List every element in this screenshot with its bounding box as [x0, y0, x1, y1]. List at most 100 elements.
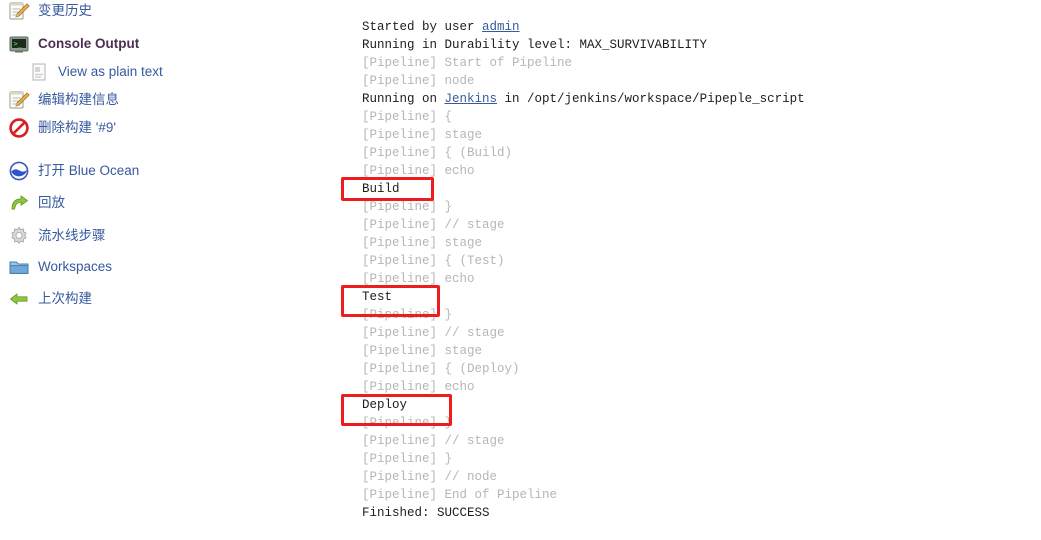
console-line-text: // stage — [444, 218, 505, 232]
console-line: [Pipeline] // stage — [362, 432, 1022, 450]
console-line: [Pipeline] echo — [362, 162, 1022, 180]
console-line: [Pipeline] } — [362, 450, 1022, 468]
sidebar-item-6[interactable]: 回放 — [8, 192, 65, 214]
console-line: [Pipeline] // stage — [362, 216, 1022, 234]
console-line: Started by user admin — [362, 18, 1022, 36]
blue-ocean-icon — [8, 160, 30, 182]
console-line: Finished: SUCCESS — [362, 504, 1022, 522]
pipeline-prefix: [Pipeline] — [362, 146, 445, 160]
console-line-text: { — [444, 110, 453, 124]
sidebar-item-5[interactable]: 打开 Blue Ocean — [8, 160, 139, 182]
console-line: [Pipeline] stage — [362, 342, 1022, 360]
console-line: [Pipeline] // stage — [362, 324, 1022, 342]
console-link[interactable]: Jenkins — [445, 92, 498, 106]
console-line-text: } — [444, 308, 453, 322]
pipeline-prefix: [Pipeline] — [362, 110, 445, 124]
console-line-text: } — [444, 452, 453, 466]
plain-text-page-icon — [28, 61, 50, 83]
folder-icon — [8, 256, 30, 278]
sidebar-item-3[interactable]: 编辑构建信息 — [8, 89, 119, 111]
console-line: [Pipeline] stage — [362, 234, 1022, 252]
console-line-text: Build — [362, 182, 400, 196]
console-line: [Pipeline] echo — [362, 270, 1022, 288]
pipeline-prefix: [Pipeline] — [362, 488, 445, 502]
pipeline-prefix: [Pipeline] — [362, 200, 445, 214]
console-line: [Pipeline] { (Build) — [362, 144, 1022, 162]
svg-text:>_: >_ — [14, 40, 23, 48]
sidebar-item-9[interactable]: 上次构建 — [8, 288, 92, 310]
console-terminal-icon: >_ — [8, 33, 30, 55]
pipeline-prefix: [Pipeline] — [362, 236, 445, 250]
sidebar-item-7[interactable]: 流水线步骤 — [8, 225, 106, 247]
pipeline-prefix: [Pipeline] — [362, 74, 445, 88]
build-sidebar: 变更历史 >_ Console Output View as plain text 编辑… — [0, 0, 340, 540]
back-arrow-icon — [8, 288, 30, 310]
console-line: Deploy — [362, 396, 1022, 414]
console-line: [Pipeline] { — [362, 108, 1022, 126]
sidebar-item-label: Workspaces — [38, 259, 113, 274]
console-line-text: Started by user — [362, 20, 483, 34]
console-line: [Pipeline] node — [362, 72, 1022, 90]
sidebar-item-label: 流水线步骤 — [38, 228, 106, 243]
sidebar-item-4[interactable]: 删除构建 '#9' — [8, 117, 116, 139]
console-line: [Pipeline] { (Test) — [362, 252, 1022, 270]
sidebar-item-label: 回放 — [38, 195, 65, 210]
console-line-text: Running on — [362, 92, 445, 106]
pipeline-prefix: [Pipeline] — [362, 56, 445, 70]
console-line: [Pipeline] Start of Pipeline — [362, 54, 1022, 72]
pipeline-prefix: [Pipeline] — [362, 308, 445, 322]
jenkins-console-output-page: 变更历史 >_ Console Output View as plain text 编辑… — [0, 0, 1041, 540]
pipeline-prefix: [Pipeline] — [362, 164, 445, 178]
console-line-text: // stage — [444, 434, 505, 448]
sidebar-item-0[interactable]: 变更历史 — [8, 0, 92, 22]
console-line: [Pipeline] } — [362, 306, 1022, 324]
console-line: Build — [362, 180, 1022, 198]
console-line: [Pipeline] stage — [362, 126, 1022, 144]
console-line-text: } — [444, 200, 453, 214]
pipeline-prefix: [Pipeline] — [362, 272, 445, 286]
sidebar-item-label: View as plain text — [58, 64, 163, 79]
pipeline-prefix: [Pipeline] — [362, 326, 445, 340]
pipeline-prefix: [Pipeline] — [362, 470, 445, 484]
console-line-text: End of Pipeline — [444, 488, 558, 502]
sidebar-item-1[interactable]: >_ Console Output — [8, 33, 139, 55]
sidebar-item-label: 上次构建 — [38, 291, 92, 306]
pipeline-prefix: [Pipeline] — [362, 434, 445, 448]
pipeline-prefix: [Pipeline] — [362, 128, 445, 142]
console-line-text: { (Build) — [444, 146, 513, 160]
console-line-text: Deploy — [362, 398, 408, 412]
console-line-text: Finished: SUCCESS — [362, 506, 490, 520]
sidebar-item-8[interactable]: Workspaces — [8, 256, 112, 278]
console-line-text: Running in Durability level: MAX_SURVIVA… — [362, 38, 708, 52]
sidebar-item-label: 编辑构建信息 — [38, 92, 119, 107]
console-line-text: echo — [444, 272, 475, 286]
console-line: [Pipeline] } — [362, 414, 1022, 432]
console-line: [Pipeline] { (Deploy) — [362, 360, 1022, 378]
console-line: Test — [362, 288, 1022, 306]
delete-prohibition-icon — [8, 117, 30, 139]
console-line-text: stage — [444, 344, 483, 358]
console-line-text: node — [444, 74, 475, 88]
console-output-log: Started by user admin Running in Durabili… — [362, 18, 1022, 522]
console-line: [Pipeline] // node — [362, 468, 1022, 486]
console-line-text: { (Test) — [444, 254, 505, 268]
console-line-suffix: in /opt/jenkins/workspace/Pipeple_script — [497, 92, 805, 106]
console-line: [Pipeline] echo — [362, 378, 1022, 396]
sidebar-item-label: 删除构建 '#9' — [38, 120, 116, 135]
sidebar-item-label: 变更历史 — [38, 3, 92, 18]
console-line-text: // node — [444, 470, 498, 484]
pipeline-prefix: [Pipeline] — [362, 218, 445, 232]
console-link[interactable]: admin — [482, 20, 520, 34]
pipeline-prefix: [Pipeline] — [362, 254, 445, 268]
console-line-text: echo — [444, 164, 475, 178]
console-line-text: } — [444, 416, 453, 430]
replay-arrow-icon — [8, 192, 30, 214]
console-line-text: Test — [362, 290, 393, 304]
pipeline-prefix: [Pipeline] — [362, 452, 445, 466]
pipeline-prefix: [Pipeline] — [362, 344, 445, 358]
console-line: [Pipeline] } — [362, 198, 1022, 216]
sidebar-item-2[interactable]: View as plain text — [28, 61, 163, 83]
notepad-pencil-icon — [8, 89, 30, 111]
console-line-text: // stage — [444, 326, 505, 340]
console-line-text: stage — [444, 128, 483, 142]
